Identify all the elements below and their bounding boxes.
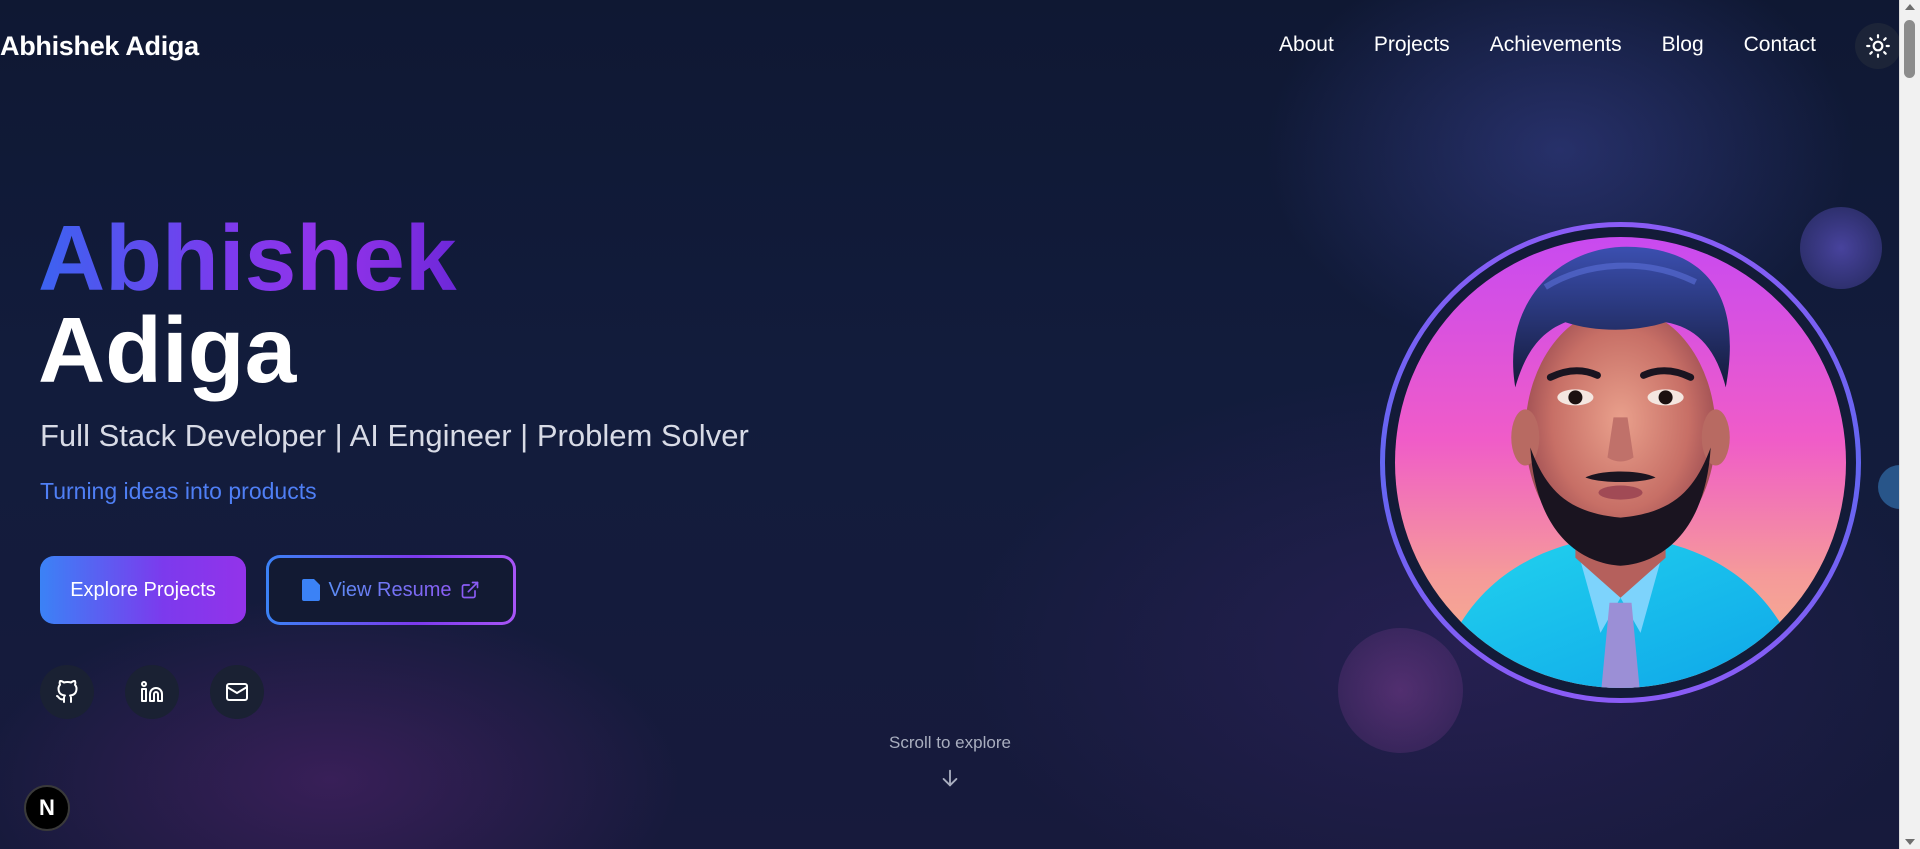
mail-icon bbox=[226, 683, 248, 701]
scroll-hint[interactable]: Scroll to explore bbox=[850, 733, 1050, 789]
brand-logo[interactable]: Abhishek Adiga bbox=[0, 31, 199, 62]
decorative-orb-bottom bbox=[1338, 628, 1463, 753]
view-resume-button[interactable]: View Resume bbox=[266, 555, 516, 625]
explore-projects-button[interactable]: Explore Projects bbox=[40, 556, 246, 624]
nav-link-contact[interactable]: Contact bbox=[1744, 33, 1816, 57]
profile-avatar-ring bbox=[1380, 222, 1861, 703]
scroll-thumb[interactable] bbox=[1904, 20, 1915, 78]
nav-link-achievements[interactable]: Achievements bbox=[1490, 33, 1622, 57]
scroll-hint-text: Scroll to explore bbox=[889, 733, 1011, 752]
nav-links: About Projects Achievements Blog Contact bbox=[1239, 33, 1816, 57]
scroll-down-arrow[interactable] bbox=[1905, 839, 1915, 845]
top-nav: Abhishek Adiga About Projects Achievemen… bbox=[0, 0, 1900, 92]
page-scrollbar[interactable] bbox=[1899, 0, 1920, 849]
linkedin-icon bbox=[141, 681, 163, 702]
profile-avatar bbox=[1395, 237, 1846, 688]
email-link[interactable] bbox=[210, 665, 264, 719]
hero-tagline: Turning ideas into products bbox=[40, 478, 317, 504]
github-link[interactable] bbox=[40, 665, 94, 719]
scroll-hint-arrow bbox=[850, 767, 1050, 789]
view-resume-button-inner: View Resume bbox=[269, 558, 513, 622]
decorative-orb-top-right bbox=[1800, 207, 1882, 289]
hero-first-name: Abhishek bbox=[38, 206, 457, 310]
hero-roles: Full Stack Developer | AI Engineer | Pro… bbox=[40, 418, 749, 453]
github-icon bbox=[56, 680, 78, 703]
hero-last-name: Adiga bbox=[38, 298, 297, 402]
arrow-down-icon bbox=[942, 769, 958, 787]
theme-toggle-button[interactable] bbox=[1855, 23, 1901, 69]
nav-link-projects[interactable]: Projects bbox=[1374, 33, 1450, 57]
profile-avatar-gap bbox=[1385, 227, 1856, 698]
page: Abhishek Adiga About Projects Achievemen… bbox=[0, 0, 1920, 849]
external-link-icon bbox=[461, 581, 478, 599]
profile-portrait-image bbox=[1395, 237, 1846, 688]
linkedin-link[interactable] bbox=[125, 665, 179, 719]
scroll-up-arrow[interactable] bbox=[1905, 4, 1915, 10]
sun-icon bbox=[1866, 34, 1890, 58]
nav-link-about[interactable]: About bbox=[1279, 33, 1334, 57]
nav-link-blog[interactable]: Blog bbox=[1662, 33, 1704, 57]
view-resume-label: View Resume bbox=[328, 578, 452, 601]
dev-tools-badge[interactable]: N bbox=[24, 785, 70, 831]
social-links bbox=[40, 665, 295, 719]
document-icon bbox=[302, 579, 321, 601]
